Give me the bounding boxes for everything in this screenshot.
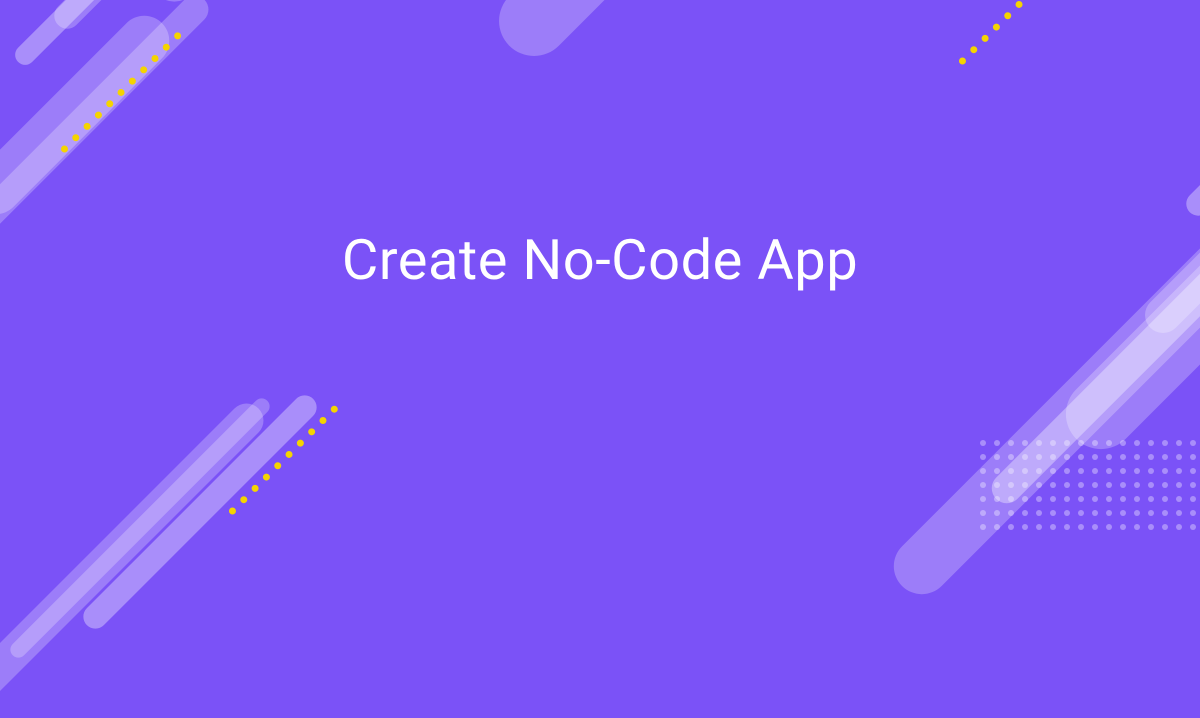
decor-dot-grid	[980, 440, 1196, 530]
hero-title: Create No-Code App	[342, 227, 858, 293]
decor-stripe	[78, 390, 321, 633]
decor-stripe	[1196, 0, 1200, 169]
decor-dots-yellow	[958, 0, 1024, 66]
decor-stripe	[1181, 0, 1200, 221]
decor-stripe	[7, 395, 273, 661]
decor-stripe	[1051, 46, 1200, 463]
decor-stripe	[485, 0, 676, 70]
decor-stripe	[1138, 0, 1200, 340]
